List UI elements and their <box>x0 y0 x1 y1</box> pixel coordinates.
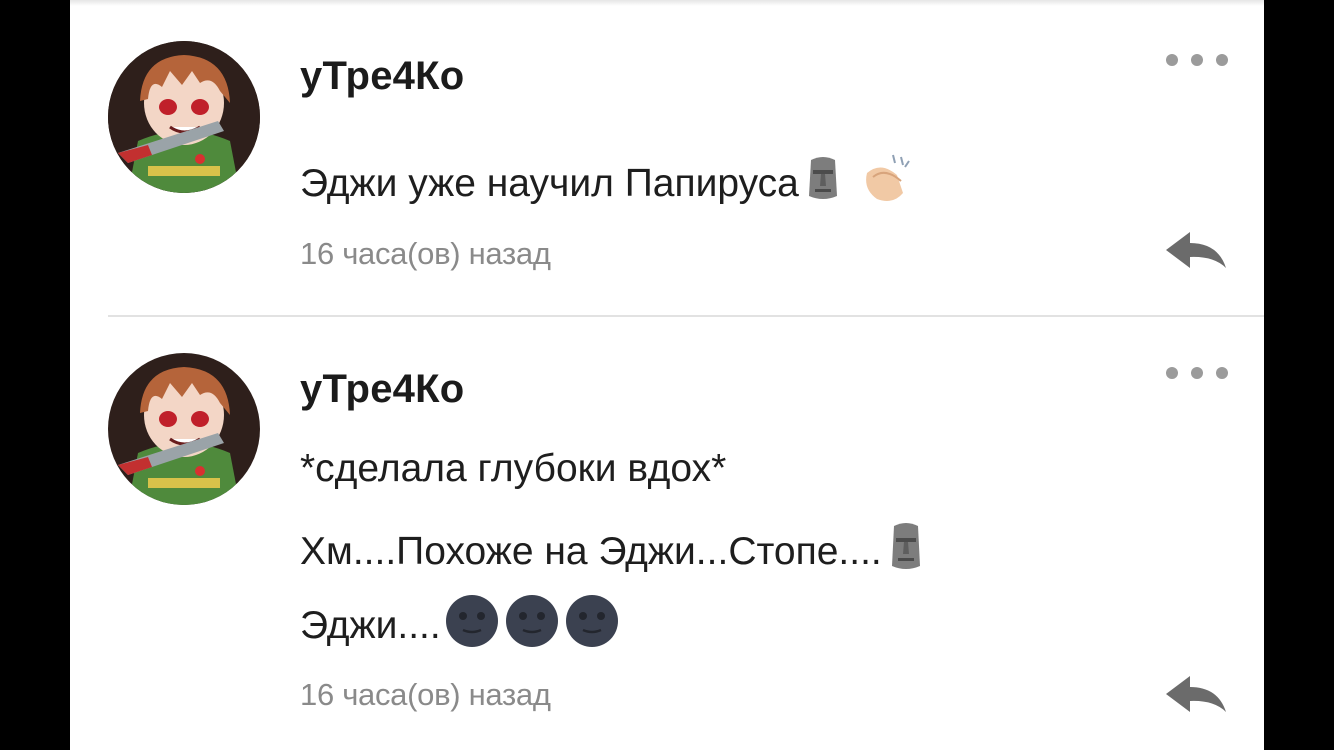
comment-item: уТре4Ко *сделала глубоки вдох* Хм....Пох… <box>70 317 1264 750</box>
more-dots-icon-dot <box>1216 367 1228 379</box>
comment-text: Эджи.... <box>300 594 619 658</box>
comment-item: уТре4Ко Эджи уже научил Папируса 16 часа… <box>70 0 1264 315</box>
more-options-button[interactable] <box>1166 363 1228 383</box>
timestamp: 16 часа(ов) назад <box>300 677 551 712</box>
more-dots-icon-dot <box>1191 54 1203 66</box>
new-moon-face-emoji-icon <box>565 594 619 658</box>
clapping-hands-emoji-icon <box>857 153 915 215</box>
comment-text: Эджи уже научил Папируса <box>300 153 915 215</box>
comment-text-line: *сделала глубоки вдох* <box>300 447 727 490</box>
comment-text-line: Эджи.... <box>300 604 441 647</box>
chara-avatar-icon <box>108 41 260 193</box>
comment-text: *сделала глубоки вдох* <box>300 447 726 491</box>
reply-arrow-icon <box>1166 232 1226 268</box>
more-options-button[interactable] <box>1166 50 1228 70</box>
chara-avatar-icon <box>108 353 260 505</box>
more-dots-icon <box>1166 54 1178 66</box>
avatar[interactable] <box>108 41 260 193</box>
new-moon-face-emoji-icon <box>505 594 559 658</box>
username[interactable]: уТре4Ко <box>300 367 464 412</box>
timestamp: 16 часа(ов) назад <box>300 236 551 271</box>
comments-panel: уТре4Ко Эджи уже научил Папируса 16 часа… <box>70 0 1264 750</box>
comment-text-line: Хм....Похоже на Эджи...Стопе.... <box>300 530 882 573</box>
new-moon-face-emoji-icon <box>445 594 499 658</box>
more-dots-icon-dot <box>1216 54 1228 66</box>
comment-text-line: Эджи уже научил Папируса <box>300 162 799 205</box>
moai-emoji-icon <box>803 156 843 212</box>
username[interactable]: уТре4Ко <box>300 54 464 99</box>
reply-button[interactable] <box>1162 670 1232 720</box>
comment-text: Хм....Похоже на Эджи...Стопе.... <box>300 522 926 582</box>
avatar[interactable] <box>108 353 260 505</box>
more-dots-icon <box>1166 367 1178 379</box>
reply-arrow-icon <box>1166 676 1226 712</box>
more-dots-icon-dot <box>1191 367 1203 379</box>
moai-emoji-icon <box>886 522 926 582</box>
reply-button[interactable] <box>1162 226 1232 276</box>
